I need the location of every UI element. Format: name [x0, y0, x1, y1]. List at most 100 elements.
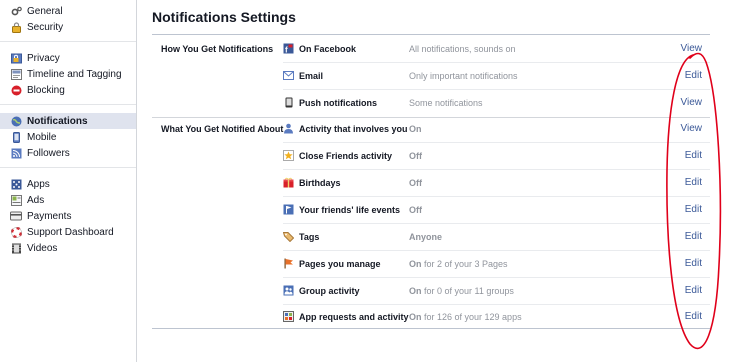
row-name-label: Tags [299, 231, 320, 242]
row-status: On for 2 of your 3 Pages [409, 258, 508, 269]
view-button[interactable]: View [681, 43, 703, 54]
view-button[interactable]: View [681, 123, 703, 134]
settings-row-activity-that-involves-you: Activity that involves you On View [283, 115, 710, 142]
row-name-label: Group activity [299, 285, 360, 296]
sidebar-item-mobile[interactable]: Mobile [0, 129, 136, 145]
person-icon [283, 123, 294, 134]
sidebar-group-apps: Apps Ads Payments Support Dashboard Vide… [0, 168, 136, 262]
sidebar-group-account: General Security [0, 0, 136, 42]
sidebar-item-timeline-and-tagging[interactable]: Timeline and Tagging [0, 66, 136, 82]
ads-icon [10, 194, 22, 206]
settings-row-app-requests-and-activity: App requests and activity On for 126 of … [283, 303, 710, 330]
edit-button[interactable]: Edit [685, 285, 702, 296]
settings-row-close-friends-activity: Close Friends activity Off Edit [283, 142, 710, 169]
phone-icon [283, 97, 294, 108]
sidebar-item-label: Notifications [27, 115, 88, 127]
block-icon [10, 85, 22, 96]
sidebar-item-followers[interactable]: Followers [0, 145, 136, 161]
settings-sidebar: General Security Privacy Timeline and Ta… [0, 0, 137, 362]
sidebar-item-label: Videos [27, 242, 58, 254]
globe-icon [10, 116, 22, 127]
mobile-icon [10, 131, 22, 143]
row-name-label: Push notifications [299, 97, 378, 108]
timeline-icon [10, 68, 22, 80]
settings-row-pages-you-manage: Pages you manage On for 2 of your 3 Page… [283, 250, 710, 277]
row-status: On [409, 123, 422, 134]
facebook-flag-icon: f [283, 43, 294, 54]
row-status: On for 126 of your 129 apps [409, 311, 522, 322]
sidebar-group-notifications: Notifications Mobile Followers [0, 105, 136, 168]
row-status: Some notifications [409, 97, 483, 108]
sidebar-item-security[interactable]: Security [0, 19, 136, 35]
group-icon [283, 285, 294, 296]
settings-row-email: Email Only important notifications Edit [283, 62, 710, 89]
apps-icon [10, 179, 22, 190]
row-name: Email [283, 70, 323, 81]
settings-row-on-facebook: f On Facebook All notifications, sounds … [283, 35, 710, 62]
row-status: Only important notifications [409, 70, 518, 81]
gear-icon [10, 6, 22, 17]
edit-button[interactable]: Edit [685, 204, 702, 215]
bottom-divider [152, 328, 710, 329]
edit-button[interactable]: Edit [685, 311, 702, 322]
sidebar-group-privacy: Privacy Timeline and Tagging Blocking [0, 42, 136, 105]
rss-icon [10, 148, 22, 159]
pages-flag-icon [283, 258, 294, 269]
sidebar-item-label: Privacy [27, 52, 60, 64]
sidebar-item-label: Security [27, 21, 64, 33]
film-icon [10, 243, 22, 254]
row-status: Anyone [409, 231, 443, 242]
settings-row-group-activity: Group activity On for 0 of your 11 group… [283, 277, 710, 304]
row-name: Group activity [283, 285, 360, 296]
settings-row-birthdays: Birthdays Off Edit [283, 169, 710, 196]
sidebar-item-label: Timeline and Tagging [27, 68, 122, 80]
sidebar-item-label: Payments [27, 210, 72, 222]
edit-button[interactable]: Edit [685, 177, 702, 188]
app-icon [283, 311, 294, 322]
sidebar-item-apps[interactable]: Apps [0, 176, 136, 192]
sidebar-item-label: Ads [27, 194, 45, 206]
sidebar-item-label: Followers [27, 147, 70, 159]
settings-row-tags: Tags Anyone Edit [283, 223, 710, 250]
settings-row-push-notifications: Push notifications Some notifications Vi… [283, 89, 710, 116]
view-button[interactable]: View [681, 97, 703, 108]
card-icon [10, 211, 22, 222]
row-name-label: Birthdays [299, 177, 341, 188]
row-name: Birthdays [283, 177, 341, 188]
envelope-icon [283, 70, 294, 81]
row-name-label: Email [299, 70, 324, 81]
row-name: Your friends' life events [283, 204, 400, 215]
row-name-label: App requests and activity [299, 311, 409, 322]
row-name-label: Close Friends activity [299, 150, 393, 161]
sidebar-item-privacy[interactable]: Privacy [0, 50, 136, 66]
gift-icon [283, 177, 294, 188]
padlock-people-icon [10, 53, 22, 64]
sidebar-item-ads[interactable]: Ads [0, 192, 136, 208]
edit-button[interactable]: Edit [685, 150, 702, 161]
sidebar-item-label: Apps [27, 178, 50, 190]
sidebar-item-payments[interactable]: Payments [0, 208, 136, 224]
tag-icon [283, 231, 294, 242]
row-name: App requests and activity [283, 311, 409, 322]
sidebar-item-support-dashboard[interactable]: Support Dashboard [0, 224, 136, 240]
edit-button[interactable]: Edit [685, 231, 702, 242]
sidebar-item-notifications[interactable]: Notifications [0, 113, 136, 129]
sidebar-item-general[interactable]: General [0, 3, 136, 19]
row-name: Close Friends activity [283, 150, 392, 161]
section-label-how-you-get: How You Get Notifications [161, 44, 274, 54]
sidebar-item-label: Support Dashboard [27, 226, 114, 238]
row-name: Push notifications [283, 97, 377, 108]
row-status: On for 0 of your 11 groups [409, 285, 514, 296]
edit-button[interactable]: Edit [685, 70, 702, 81]
edit-button[interactable]: Edit [685, 258, 702, 269]
sidebar-item-label: Blocking [27, 84, 65, 96]
sidebar-item-label: General [27, 5, 63, 17]
row-status: Off [409, 150, 422, 161]
lifebuoy-icon [10, 226, 22, 238]
row-name-label: Your friends' life events [299, 204, 400, 215]
svg-text:f: f [285, 46, 288, 55]
sidebar-item-videos[interactable]: Videos [0, 240, 136, 256]
row-name: Pages you manage [283, 258, 381, 269]
row-name: Activity that involves you [283, 123, 408, 134]
sidebar-item-blocking[interactable]: Blocking [0, 82, 136, 98]
